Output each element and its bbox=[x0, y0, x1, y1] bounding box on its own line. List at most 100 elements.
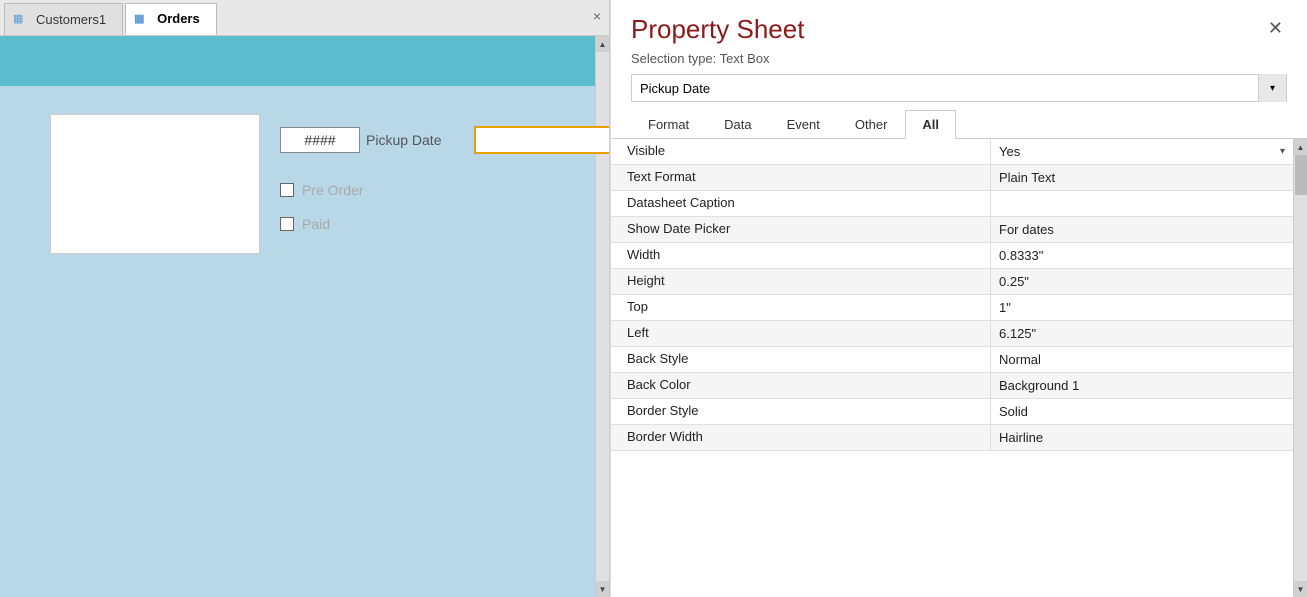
prop-key-visible: Visible bbox=[611, 139, 991, 164]
orders-tab-icon: ▦ bbox=[134, 12, 152, 26]
property-row-left: Left 6.125" bbox=[611, 321, 1293, 347]
prop-val-back-style-text: Normal bbox=[999, 352, 1285, 367]
prop-val-visible-dropdown-icon: ▾ bbox=[1280, 146, 1285, 157]
object-selector-dropdown-button[interactable]: ▾ bbox=[1258, 74, 1286, 102]
prop-val-left[interactable]: 6.125" bbox=[991, 321, 1293, 346]
form-content: #### Pickup Date ✛↖ Pre Order bbox=[0, 86, 609, 274]
prop-val-height-text: 0.25" bbox=[999, 274, 1285, 289]
prop-key-left: Left bbox=[611, 321, 991, 346]
property-sheet-header: Property Sheet ✕ bbox=[611, 0, 1307, 51]
prop-key-show-date-picker: Show Date Picker bbox=[611, 217, 991, 242]
selection-type-label: Selection type: Text Box bbox=[611, 51, 1307, 74]
form-area: ▲ ▼ #### Pickup Date ✛ bbox=[0, 36, 609, 597]
property-row-back-color: Back Color Background 1 bbox=[611, 373, 1293, 399]
white-box bbox=[50, 114, 260, 254]
prop-val-back-style[interactable]: Normal bbox=[991, 347, 1293, 372]
prop-key-top: Top bbox=[611, 295, 991, 320]
right-scroll-thumb[interactable] bbox=[1295, 155, 1307, 195]
property-row-back-style: Back Style Normal bbox=[611, 347, 1293, 373]
prop-val-show-date-picker[interactable]: For dates bbox=[991, 217, 1293, 242]
prop-key-back-color: Back Color bbox=[611, 373, 991, 398]
prop-val-text-format-text: Plain Text bbox=[999, 170, 1285, 185]
tab-close-button[interactable]: × bbox=[593, 8, 601, 24]
property-table-area: Visible Yes ▾ Text Format Plain Text Dat… bbox=[611, 139, 1307, 597]
prop-val-back-color-text: Background 1 bbox=[999, 378, 1285, 393]
prop-val-back-color[interactable]: Background 1 bbox=[991, 373, 1293, 398]
prop-val-border-width-text: Hairline bbox=[999, 430, 1285, 445]
tab-event[interactable]: Event bbox=[770, 110, 837, 138]
pre-order-checkbox[interactable] bbox=[280, 183, 294, 197]
pre-order-row: Pre Order bbox=[280, 182, 609, 198]
property-row-border-style: Border Style Solid bbox=[611, 399, 1293, 425]
property-row-border-width: Border Width Hairline bbox=[611, 425, 1293, 451]
object-selector-text: Pickup Date bbox=[632, 81, 1258, 96]
prop-val-height[interactable]: 0.25" bbox=[991, 269, 1293, 294]
prop-key-height: Height bbox=[611, 269, 991, 294]
form-top-area bbox=[0, 36, 609, 86]
pickup-date-row: #### Pickup Date ✛↖ bbox=[280, 126, 609, 154]
pickup-date-label: Pickup Date bbox=[366, 132, 466, 148]
event-tab-label: Event bbox=[787, 117, 820, 132]
paid-checkbox[interactable] bbox=[280, 217, 294, 231]
prop-val-border-width[interactable]: Hairline bbox=[991, 425, 1293, 450]
right-scroll-up-arrow[interactable]: ▲ bbox=[1294, 139, 1307, 155]
property-sheet-title: Property Sheet bbox=[631, 14, 804, 45]
tab-format[interactable]: Format bbox=[631, 110, 706, 138]
property-row-datasheet-caption: Datasheet Caption bbox=[611, 191, 1293, 217]
prop-key-back-style: Back Style bbox=[611, 347, 991, 372]
prop-val-datasheet-caption[interactable] bbox=[991, 191, 1293, 216]
property-row-text-format: Text Format Plain Text bbox=[611, 165, 1293, 191]
object-selector[interactable]: Pickup Date ▾ bbox=[631, 74, 1287, 102]
pickup-date-input[interactable]: ✛↖ bbox=[474, 126, 609, 154]
chevron-down-icon: ▾ bbox=[1270, 83, 1275, 94]
prop-val-top[interactable]: 1" bbox=[991, 295, 1293, 320]
scroll-up-arrow[interactable]: ▲ bbox=[596, 36, 610, 52]
prop-val-visible[interactable]: Yes ▾ bbox=[991, 139, 1293, 164]
tab-orders[interactable]: ▦ Orders bbox=[125, 3, 217, 35]
prop-val-width-text: 0.8333" bbox=[999, 248, 1285, 263]
prop-key-datasheet-caption: Datasheet Caption bbox=[611, 191, 991, 216]
scroll-down-arrow[interactable]: ▼ bbox=[596, 581, 610, 597]
left-panel: ▦ Customers1 ▦ Orders × ▲ ▼ bbox=[0, 0, 610, 597]
data-tab-label: Data bbox=[724, 117, 751, 132]
tab-data[interactable]: Data bbox=[707, 110, 768, 138]
property-row-height: Height 0.25" bbox=[611, 269, 1293, 295]
tab-bar: ▦ Customers1 ▦ Orders × bbox=[0, 0, 609, 36]
prop-val-width[interactable]: 0.8333" bbox=[991, 243, 1293, 268]
property-row-show-date-picker: Show Date Picker For dates bbox=[611, 217, 1293, 243]
prop-val-border-style[interactable]: Solid bbox=[991, 399, 1293, 424]
prop-val-text-format[interactable]: Plain Text bbox=[991, 165, 1293, 190]
prop-key-border-width: Border Width bbox=[611, 425, 991, 450]
right-scroll-down-arrow[interactable]: ▼ bbox=[1294, 581, 1307, 597]
format-tab-label: Format bbox=[648, 117, 689, 132]
pre-order-label: Pre Order bbox=[302, 182, 363, 198]
right-scroll-track[interactable] bbox=[1294, 155, 1307, 581]
tab-other[interactable]: Other bbox=[838, 110, 905, 138]
orders-tab-label: Orders bbox=[157, 11, 200, 26]
right-panel-scrollbar[interactable]: ▲ ▼ bbox=[1293, 139, 1307, 597]
all-tab-label: All bbox=[922, 117, 939, 132]
prop-val-border-style-text: Solid bbox=[999, 404, 1285, 419]
property-table-inner: Visible Yes ▾ Text Format Plain Text Dat… bbox=[611, 139, 1293, 451]
prop-val-visible-text: Yes bbox=[999, 144, 1276, 159]
paid-row: Paid bbox=[280, 216, 609, 232]
customers1-tab-icon: ▦ bbox=[13, 12, 31, 26]
prop-key-text-format: Text Format bbox=[611, 165, 991, 190]
property-row-width: Width 0.8333" bbox=[611, 243, 1293, 269]
other-tab-label: Other bbox=[855, 117, 888, 132]
hash-label: #### bbox=[304, 132, 335, 148]
prop-val-show-date-picker-text: For dates bbox=[999, 222, 1285, 237]
property-row-top: Top 1" bbox=[611, 295, 1293, 321]
prop-key-width: Width bbox=[611, 243, 991, 268]
property-row-visible: Visible Yes ▾ bbox=[611, 139, 1293, 165]
hash-field: #### bbox=[280, 127, 360, 153]
property-table: Visible Yes ▾ Text Format Plain Text Dat… bbox=[611, 139, 1293, 597]
paid-label: Paid bbox=[302, 216, 330, 232]
prop-key-border-style: Border Style bbox=[611, 399, 991, 424]
property-sheet-close-button[interactable]: ✕ bbox=[1264, 14, 1287, 43]
tab-customers1[interactable]: ▦ Customers1 bbox=[4, 3, 123, 35]
prop-val-left-text: 6.125" bbox=[999, 326, 1285, 341]
prop-val-top-text: 1" bbox=[999, 300, 1285, 315]
customers1-tab-label: Customers1 bbox=[36, 12, 106, 27]
tab-all[interactable]: All bbox=[905, 110, 956, 139]
